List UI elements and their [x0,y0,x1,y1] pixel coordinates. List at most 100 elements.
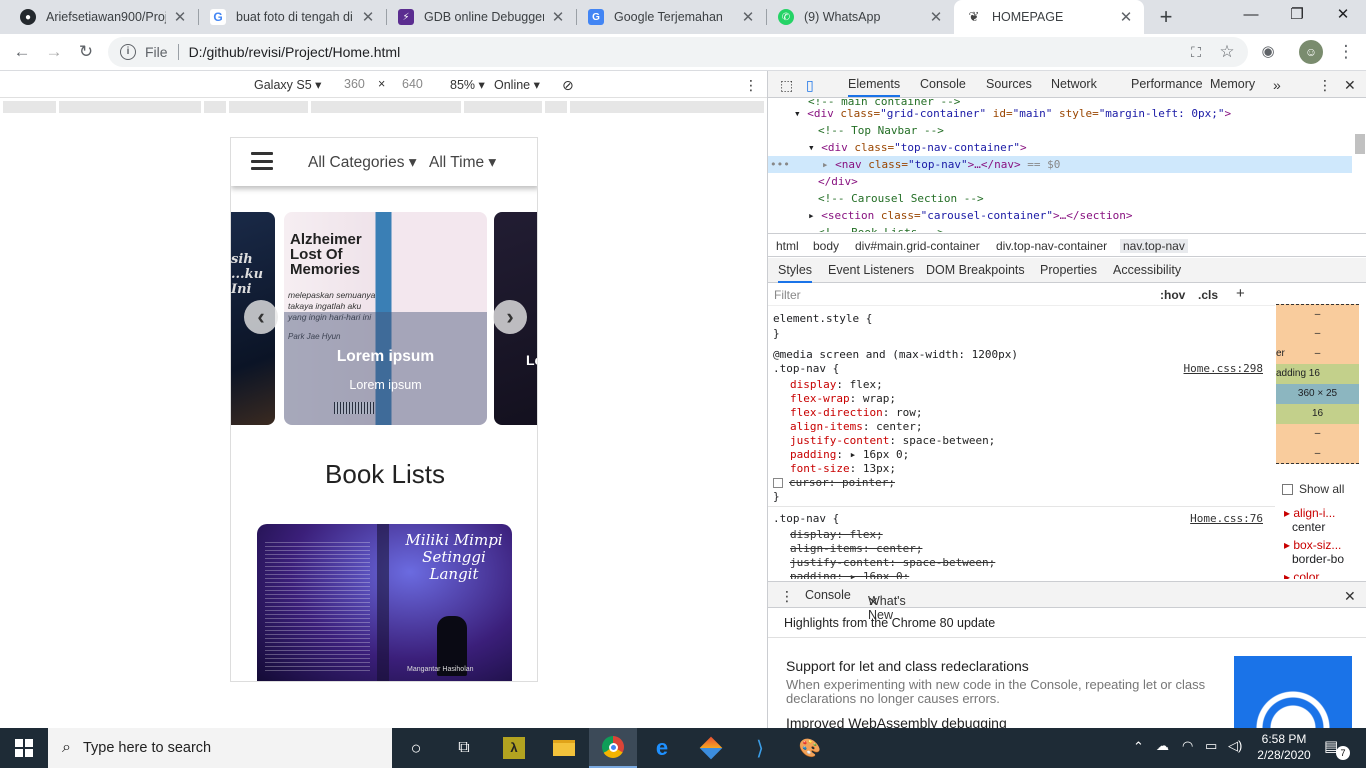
feature-title[interactable]: Support for let and class redeclarations [786,658,1029,674]
restore-button[interactable]: ❐ [1274,0,1320,30]
tab-google[interactable]: G buat foto di tengah di r ✕ [198,0,386,34]
forward-icon[interactable]: → [42,40,66,64]
rule-selector[interactable]: .top-nav { [773,362,839,376]
minimize-button[interactable]: — [1228,0,1274,30]
device-select[interactable]: Galaxy S5 ▾ [254,77,321,92]
tab-dom-breakpoints[interactable]: DOM Breakpoints [926,263,1025,277]
chevron-up-icon[interactable]: ⌃ [1133,739,1144,755]
close-icon[interactable]: ✕ [868,594,878,609]
onedrive-icon[interactable]: ☁ [1156,738,1169,754]
dom-node[interactable]: <!-- Carousel Section --> [818,190,1366,207]
rule-selector[interactable]: .top-nav { [773,512,839,526]
close-devtools-icon[interactable]: ✕ [1344,77,1356,94]
property-checkbox[interactable] [773,478,783,488]
dom-node[interactable]: <!-- Book Lists --> [818,224,1366,232]
close-icon[interactable]: ✕ [360,8,376,26]
tab-github[interactable]: ● Ariefsetiawan900/Proje ✕ [8,0,198,34]
paint-icon[interactable]: 🎨 [786,728,834,768]
carousel-slide-active[interactable]: Alzheimer Lost Of Memories melepaskan se… [284,212,487,425]
add-rule-icon[interactable]: + [1236,285,1245,302]
element-style-selector[interactable]: element.style { [773,312,872,326]
rotate-icon[interactable]: ⊘ [562,77,574,94]
drawer-menu-icon[interactable]: ⋮ [780,588,794,605]
filter-input[interactable]: Filter [774,288,801,302]
css-property-overridden[interactable]: display: flex; [790,528,883,542]
height-input[interactable]: 640 [402,77,423,91]
tab-gdb[interactable]: ⚡ GDB online Debugger | ✕ [386,0,576,34]
tab-whatsapp[interactable]: ✆ (9) WhatsApp ✕ [766,0,954,34]
battery-icon[interactable]: ▭ [1205,738,1217,754]
git-icon[interactable] [687,728,735,768]
css-property[interactable]: justify-content: space-between; [790,434,995,448]
wifi-icon[interactable]: ◠ [1182,738,1193,754]
tab-console[interactable]: Console [920,77,966,91]
tab-network[interactable]: Network [1051,77,1097,91]
feature-title[interactable]: Improved WebAssembly debugging [786,715,1007,729]
back-icon[interactable]: ← [10,40,34,64]
devtools-menu-icon[interactable]: ⋮ [1318,77,1332,94]
show-all-checkbox[interactable]: Show all [1282,482,1344,496]
file-explorer-icon[interactable] [540,728,588,768]
breadcrumb-item[interactable]: div#main.grid-container [855,239,980,253]
url-text[interactable]: D:/github/revisi/Project/Home.html [189,44,401,60]
tab-sources[interactable]: Sources [986,77,1032,91]
cls-toggle[interactable]: .cls [1198,288,1218,302]
tab-performance[interactable]: Performance [1131,77,1203,91]
categories-dropdown[interactable]: All Categories ▾ [308,153,417,172]
app-lambda-icon[interactable]: λ [490,728,538,768]
throttle-select[interactable]: Online ▾ [494,77,540,92]
volume-icon[interactable]: ◁) [1228,738,1242,754]
css-property-disabled[interactable]: cursor: pointer; [773,476,895,490]
inspect-icon[interactable]: ⬚ [780,77,793,94]
dom-node-selected[interactable]: ••• ▸ <nav class="top-nav">…</nav> == $0 [768,156,1352,173]
css-property[interactable]: font-size: 13px; [790,462,896,476]
taskbar-search[interactable]: ⌕ Type here to search [48,728,392,768]
clock[interactable]: 6:58 PM 2/28/2020 [1254,731,1314,763]
width-input[interactable]: 360 [344,77,365,91]
computed-property[interactable]: ▸ box-siz... [1284,538,1341,552]
css-property[interactable]: padding: ▸ 16px 0; [790,448,909,462]
hamburger-menu-icon[interactable] [251,152,273,170]
dom-node[interactable]: </div> [818,173,1366,190]
close-icon[interactable]: ✕ [928,8,944,26]
tab-console-drawer[interactable]: Console [805,588,851,602]
cortana-icon[interactable]: ○ [392,728,440,768]
device-toggle-icon[interactable]: ▯ [806,77,814,94]
close-icon[interactable]: ✕ [740,8,756,26]
more-options-icon[interactable]: ⋮ [744,77,758,94]
new-tab-button[interactable]: + [1155,4,1177,30]
tab-styles[interactable]: Styles [778,263,813,283]
css-property[interactable]: flex-wrap: wrap; [790,392,896,406]
css-property-overridden[interactable]: padding: ▸ 16px 0; [790,570,909,579]
close-icon[interactable]: ✕ [172,8,188,26]
computed-property[interactable]: ▸ align-i... [1284,506,1335,520]
chrome-icon[interactable] [589,728,637,768]
dom-node[interactable]: ▸ <section class="carousel-container">…<… [808,207,1366,224]
tab-properties[interactable]: Properties [1040,263,1097,277]
scrollbar[interactable] [1355,134,1365,154]
dom-node[interactable]: ▾ <div class="top-nav-container"> [808,139,1366,156]
zoom-select[interactable]: 85% ▾ [450,77,485,92]
tab-memory[interactable]: Memory [1210,77,1255,91]
extension-icon[interactable]: ◉ [1256,40,1280,64]
close-drawer-icon[interactable]: ✕ [1344,588,1356,605]
more-tabs-icon[interactable]: » [1273,77,1281,93]
tab-translate[interactable]: G Google Terjemahan ✕ [576,0,766,34]
source-link[interactable]: Home.css:298 [1184,362,1263,375]
time-dropdown[interactable]: All Time ▾ [429,153,496,172]
tab-accessibility[interactable]: Accessibility [1113,263,1181,277]
breadcrumb-item[interactable]: body [813,239,839,253]
source-link[interactable]: Home.css:76 [1190,512,1263,525]
bookmark-star-icon[interactable]: ☆ [1215,40,1239,64]
css-property[interactable]: flex-direction: row; [790,406,922,420]
css-property-overridden[interactable]: align-items: center; [790,542,922,556]
vscode-icon[interactable]: ⟩ [736,728,784,768]
avatar[interactable]: ☺ [1299,40,1323,64]
hov-toggle[interactable]: :hov [1160,288,1185,302]
close-window-button[interactable]: ✕ [1320,0,1366,30]
book-card[interactable]: Miliki Mimpi Setinggi Langit Mangantar H… [257,524,512,681]
tab-elements[interactable]: Elements [848,77,901,97]
close-icon[interactable]: ✕ [1118,8,1134,26]
breadcrumb-item[interactable]: html [776,239,799,253]
reload-icon[interactable]: ↻ [74,40,98,64]
